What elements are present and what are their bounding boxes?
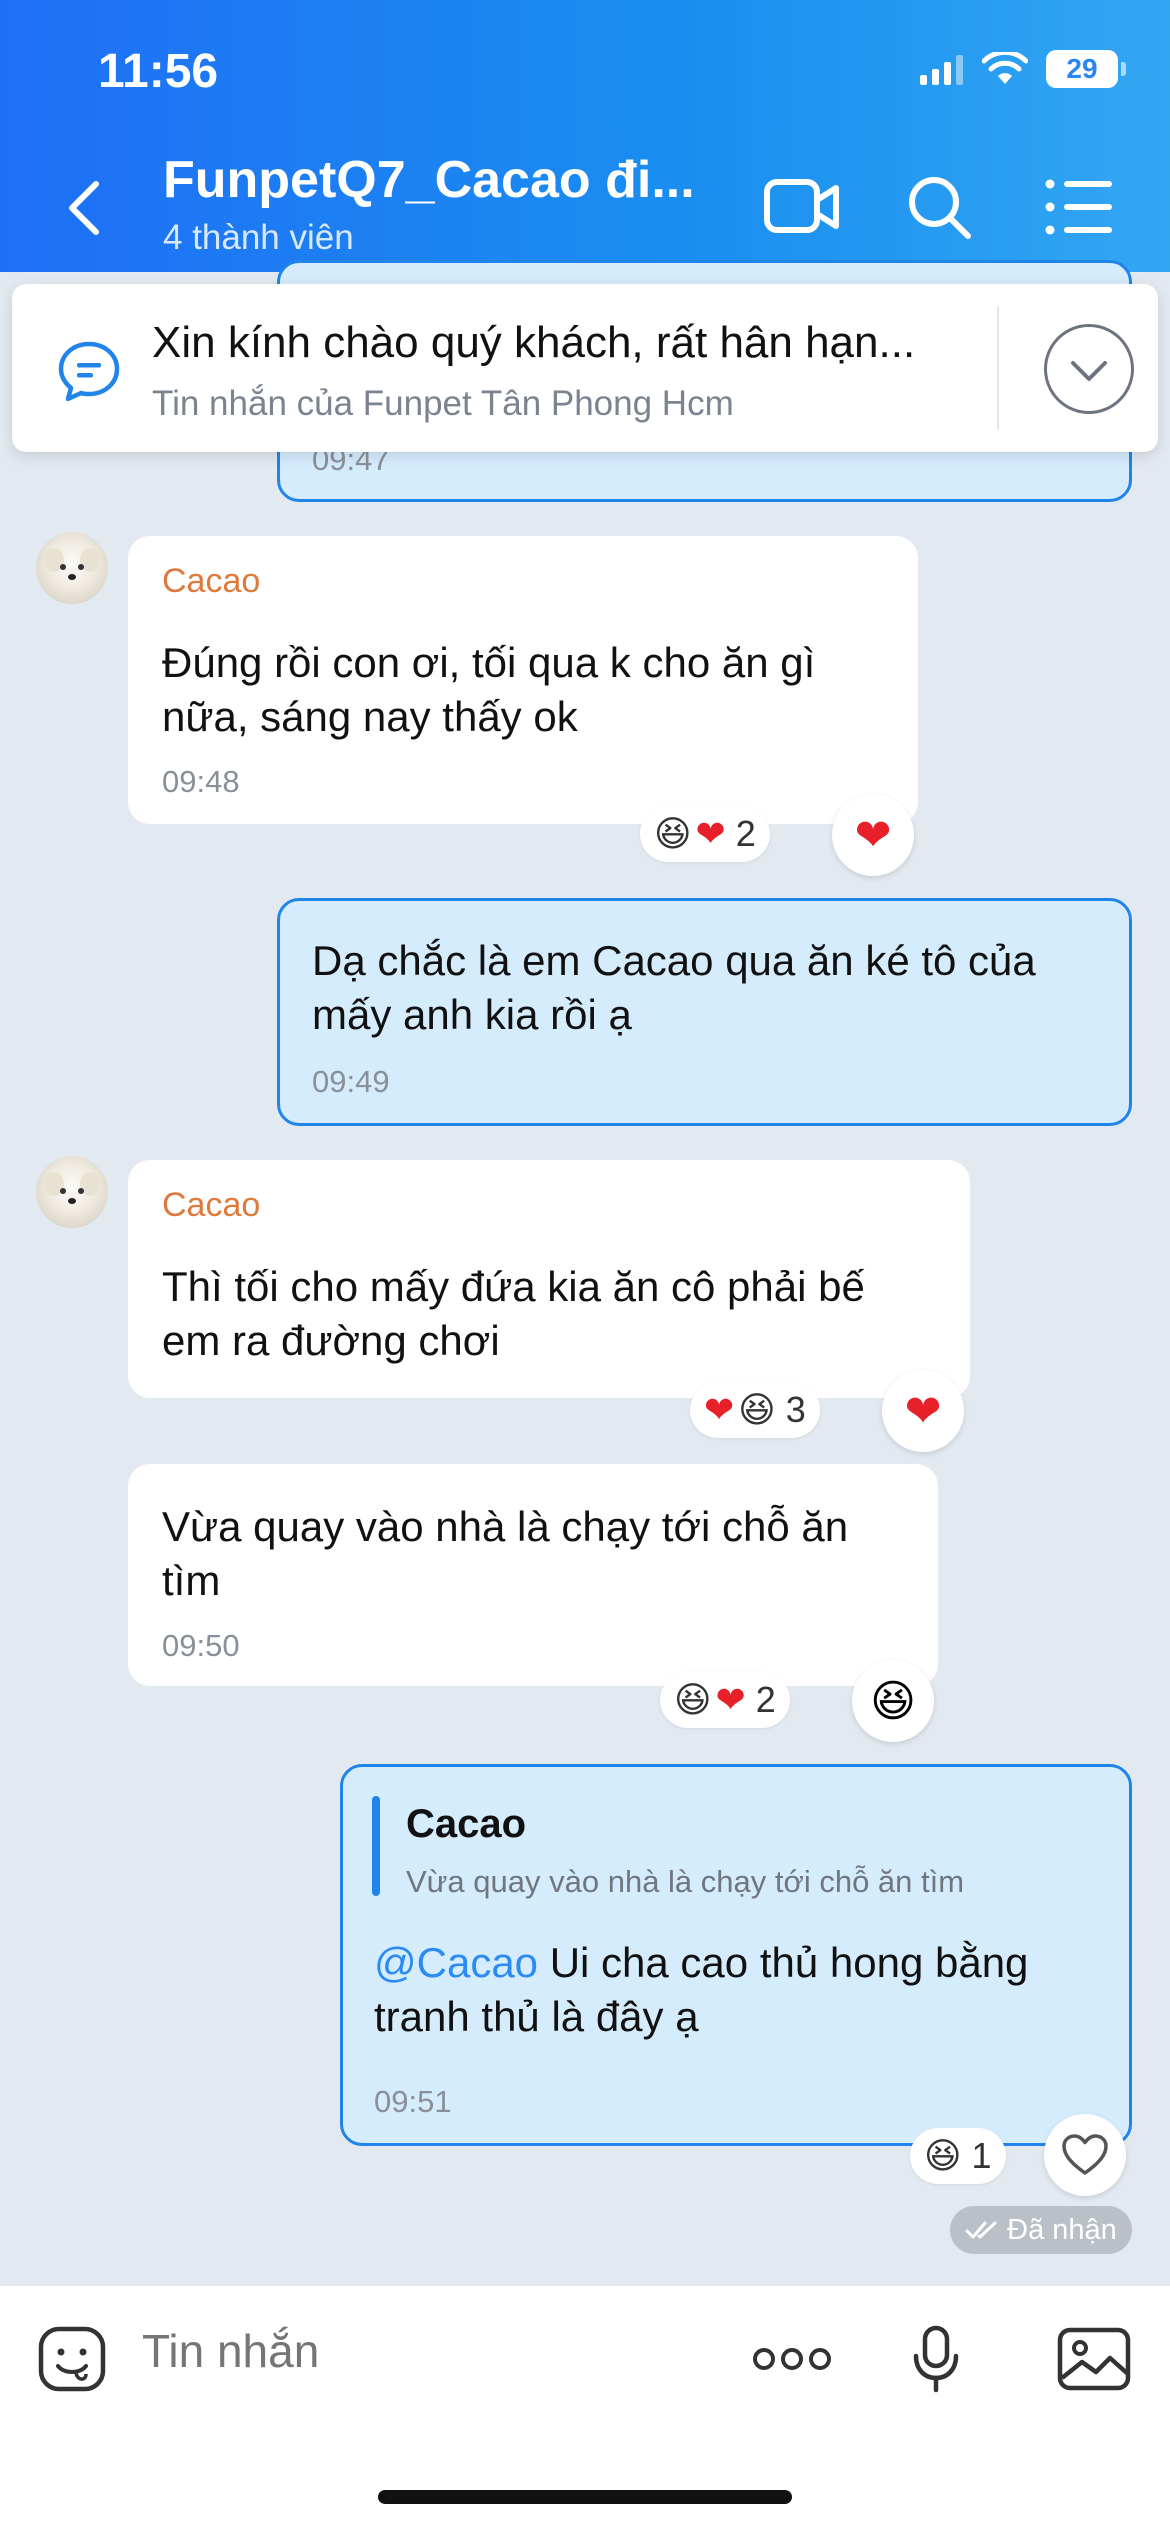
divider: [997, 306, 999, 430]
reaction-summary[interactable]: 😆 ❤ 2: [640, 806, 770, 862]
react-button[interactable]: [1044, 2114, 1126, 2196]
sender-name: Cacao: [162, 562, 261, 600]
chat-bubble-icon: [58, 341, 120, 402]
search-icon[interactable]: [900, 172, 980, 242]
message-text: @Cacao Ui cha cao thủ hong bằng: [374, 1936, 1028, 1990]
chat-header: 11:56 29 FunpetQ7_Cacao đi... 4 thành vi…: [0, 0, 1170, 272]
home-indicator: [378, 2490, 792, 2504]
pinned-message-banner[interactable]: Xin kính chào quý khách, rất hân hạn... …: [12, 284, 1158, 452]
avatar[interactable]: [36, 1156, 108, 1228]
message-text: em ra đường chơi: [162, 1317, 500, 1364]
message-text: Vừa quay vào nhà là chạy tới chỗ ăn: [162, 1503, 849, 1550]
heart-emoji-icon: ❤: [695, 813, 726, 854]
heart-outline-icon: [1062, 2134, 1108, 2175]
laugh-emoji-icon: 😆: [674, 1679, 712, 1720]
divider: [0, 2284, 1170, 2286]
message-time: 09:49: [312, 1064, 390, 1099]
heart-emoji-icon: ❤: [704, 1389, 735, 1430]
heart-emoji-icon: ❤: [715, 1679, 746, 1720]
message-time: 09:48: [162, 764, 240, 799]
laugh-emoji-icon: 😆: [870, 1676, 916, 1726]
more-options-icon[interactable]: [750, 2324, 834, 2394]
chevron-down-icon: [1071, 361, 1107, 381]
image-gallery-icon[interactable]: [1056, 2324, 1132, 2394]
reaction-count: 3: [785, 1389, 806, 1430]
message-text: mấy anh kia rồi ạ: [312, 991, 632, 1038]
react-button[interactable]: ❤: [832, 794, 914, 876]
message-text: nữa, sáng nay thấy ok: [162, 693, 578, 740]
message-text: Đúng rồi con ơi, tối qua k cho ăn gì: [162, 639, 816, 686]
message-text: Thì tối cho mấy đứa kia ăn cô phải bế: [162, 1263, 865, 1310]
react-button[interactable]: 😆: [852, 1660, 934, 1742]
delivered-status: Đã nhận: [950, 2206, 1132, 2254]
reply-quote-bar: [372, 1796, 380, 1896]
message-text: tìm: [162, 1557, 221, 1604]
double-check-icon: [965, 2221, 997, 2239]
react-button[interactable]: ❤: [882, 1370, 964, 1452]
reaction-summary[interactable]: ❤ 😆 3: [690, 1382, 820, 1438]
reaction-count: 2: [735, 813, 756, 854]
status-icons: 29: [920, 50, 1126, 88]
laugh-emoji-icon: 😆: [654, 813, 692, 854]
reply-quote-sender: Cacao: [406, 1802, 527, 1846]
sticker-emoji-icon[interactable]: [36, 2324, 108, 2394]
mention-link[interactable]: @Cacao: [374, 1939, 538, 1986]
sender-name: Cacao: [162, 1186, 261, 1224]
avatar[interactable]: [36, 532, 108, 604]
reaction-count: 2: [755, 1679, 776, 1720]
microphone-icon[interactable]: [906, 2324, 966, 2394]
back-arrow-icon[interactable]: [62, 178, 106, 238]
heart-emoji-icon: ❤: [854, 810, 892, 860]
message-input[interactable]: [142, 2324, 702, 2378]
expand-pinned-button[interactable]: [1044, 324, 1134, 414]
laugh-emoji-icon: 😆: [738, 1389, 776, 1430]
reaction-summary[interactable]: 😆 ❤ 2: [660, 1672, 790, 1728]
reaction-summary[interactable]: 😆 1: [910, 2128, 1006, 2184]
heart-emoji-icon: ❤: [904, 1386, 942, 1436]
message-text: tranh thủ là đây ạ: [374, 1993, 699, 2040]
message-text-rest: Ui cha cao thủ hong bằng: [538, 1939, 1029, 1986]
laugh-emoji-icon: 😆: [924, 2135, 962, 2176]
member-count[interactable]: 4 thành viên: [163, 218, 354, 258]
message-time: 09:50: [162, 1628, 240, 1663]
menu-list-icon[interactable]: [1040, 172, 1120, 242]
message-time: 09:51: [374, 2084, 452, 2119]
signal-icon: [920, 55, 963, 85]
battery-icon: 29: [1046, 50, 1126, 88]
chat-title[interactable]: FunpetQ7_Cacao đi...: [163, 150, 695, 210]
pinned-message-text: Xin kính chào quý khách, rất hân hạn...: [152, 318, 916, 367]
video-call-icon[interactable]: [762, 172, 842, 242]
pinned-message-source: Tin nhắn của Funpet Tân Phong Hcm: [152, 384, 734, 423]
status-time: 11:56: [98, 45, 219, 98]
delivered-label: Đã nhận: [1007, 2213, 1117, 2246]
message-bubble-incoming[interactable]: [128, 1464, 938, 1686]
wifi-icon: [982, 52, 1028, 84]
reply-quote-text: Vừa quay vào nhà là chạy tới chỗ ăn tìm: [406, 1864, 965, 1899]
reaction-count: 1: [971, 2135, 992, 2176]
message-text: Dạ chắc là em Cacao qua ăn ké tô của: [312, 937, 1036, 984]
